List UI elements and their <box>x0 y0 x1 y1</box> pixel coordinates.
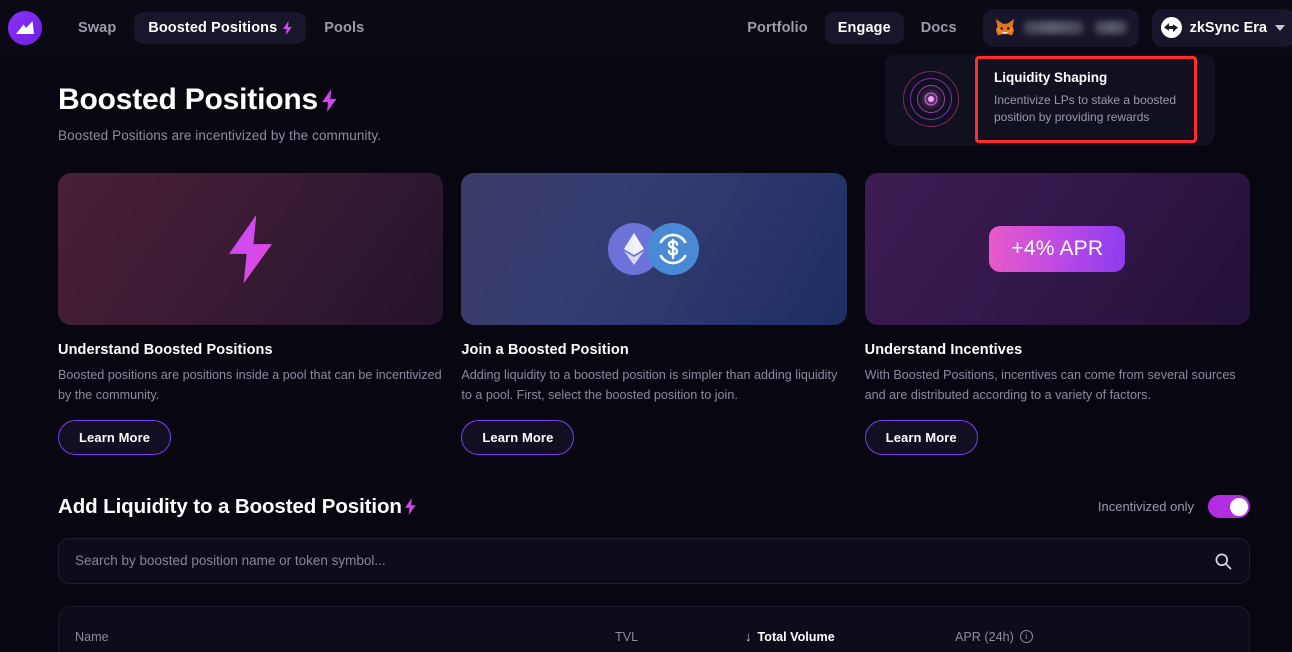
column-header-name-label: Name <box>75 630 109 644</box>
add-liquidity-header-row: Add Liquidity to a Boosted Position Ince… <box>0 495 1292 519</box>
incentivized-only-control: Incentivized only <box>1098 495 1250 518</box>
chart-mountain-logo-icon <box>16 21 35 35</box>
card-art-apr: +4% APR <box>865 173 1250 325</box>
app-logo[interactable] <box>8 11 42 45</box>
search-bar[interactable] <box>58 538 1250 584</box>
chain-name-label: zkSync Era <box>1190 20 1267 36</box>
nav-item-engage-label: Engage <box>838 20 891 36</box>
column-header-total-volume-label: Total Volume <box>758 630 835 644</box>
feature-card-join-boosted-position: Join a Boosted Position Adding liquidity… <box>461 173 846 455</box>
metamask-fox-icon <box>995 18 1015 37</box>
nav-item-docs[interactable]: Docs <box>908 12 970 44</box>
address-blur-segment-1 <box>1024 21 1084 34</box>
nav-item-pools-label: Pools <box>324 20 364 36</box>
incentivized-only-label: Incentivized only <box>1098 499 1194 514</box>
section-title: Add Liquidity to a Boosted Position <box>58 495 416 519</box>
card-description: With Boosted Positions, incentives can c… <box>865 366 1250 406</box>
nav-item-boosted-positions[interactable]: Boosted Positions <box>134 12 306 44</box>
column-header-tvl-label: TVL <box>615 630 638 644</box>
nav-right-group: Portfolio Engage Docs <box>734 9 1292 47</box>
wallet-button[interactable] <box>983 9 1139 47</box>
lightning-bolt-icon <box>322 89 337 112</box>
boosted-positions-table: Name TVL ↓ Total Volume APR (24h) i <box>58 606 1250 652</box>
column-header-apr-label: APR (24h) <box>955 630 1014 644</box>
wallet-address-redacted <box>1024 21 1127 34</box>
column-header-apr[interactable]: APR (24h) i <box>955 630 1115 644</box>
sort-descending-icon: ↓ <box>745 629 752 644</box>
lightning-bolt-icon <box>405 498 416 515</box>
zksync-logo-icon <box>1161 17 1182 38</box>
page-title-text: Boosted Positions <box>58 83 318 117</box>
nav-item-swap-label: Swap <box>78 20 116 36</box>
card-title: Understand Boosted Positions <box>58 342 443 358</box>
eth-usdc-token-pair-icon <box>608 223 699 275</box>
column-header-total-volume[interactable]: ↓ Total Volume <box>745 629 955 644</box>
top-navbar: Swap Boosted Positions Pools Portfolio E… <box>0 0 1292 55</box>
chevron-down-icon <box>1275 25 1285 31</box>
learn-more-button[interactable]: Learn More <box>461 420 574 455</box>
address-blur-segment-2 <box>1095 21 1126 34</box>
lightning-bolt-icon <box>229 213 273 285</box>
feature-card-understand-boosted-positions: Understand Boosted Positions Boosted pos… <box>58 173 443 455</box>
incentivized-only-toggle[interactable] <box>1208 495 1250 518</box>
ripple-rings-icon <box>885 70 977 128</box>
nav-item-engage[interactable]: Engage <box>825 12 904 44</box>
nav-left-group: Swap Boosted Positions Pools <box>64 12 378 44</box>
learn-more-button[interactable]: Learn More <box>865 420 978 455</box>
nav-item-boosted-positions-label: Boosted Positions <box>148 20 277 36</box>
search-input[interactable] <box>75 553 1214 568</box>
liquidity-shaping-promo-card[interactable]: Liquidity Shaping Incentivize LPs to sta… <box>885 52 1215 146</box>
card-title: Join a Boosted Position <box>461 342 846 358</box>
column-header-name[interactable]: Name <box>75 630 615 644</box>
section-title-text: Add Liquidity to a Boosted Position <box>58 495 402 519</box>
feature-card-understand-incentives: +4% APR Understand Incentives With Boost… <box>865 173 1250 455</box>
search-icon[interactable] <box>1214 552 1232 570</box>
tooltip-title: Liquidity Shaping <box>994 70 1180 85</box>
apr-badge: +4% APR <box>989 226 1125 272</box>
lightning-bolt-icon <box>283 21 292 35</box>
tooltip-description: Incentivize LPs to stake a boosted posit… <box>994 92 1180 127</box>
card-title: Understand Incentives <box>865 342 1250 358</box>
nav-item-portfolio[interactable]: Portfolio <box>734 12 821 44</box>
info-circle-icon[interactable]: i <box>1020 630 1033 643</box>
column-header-tvl[interactable]: TVL <box>615 630 745 644</box>
card-art-bolt <box>58 173 443 325</box>
liquidity-shaping-tooltip: Liquidity Shaping Incentivize LPs to sta… <box>975 56 1197 143</box>
learn-more-button[interactable]: Learn More <box>58 420 171 455</box>
card-art-token-pair <box>461 173 846 325</box>
nav-item-pools[interactable]: Pools <box>310 12 378 44</box>
nav-item-portfolio-label: Portfolio <box>747 20 808 36</box>
usdc-icon <box>647 223 699 275</box>
page-title: Boosted Positions <box>58 83 337 117</box>
toggle-knob <box>1230 498 1248 516</box>
card-description: Boosted positions are positions inside a… <box>58 366 443 406</box>
card-description: Adding liquidity to a boosted position i… <box>461 366 846 406</box>
feature-cards-row: Understand Boosted Positions Boosted pos… <box>0 173 1292 455</box>
nav-item-docs-label: Docs <box>921 20 957 36</box>
chain-selector[interactable]: zkSync Era <box>1152 9 1292 47</box>
table-header-row: Name TVL ↓ Total Volume APR (24h) i <box>59 607 1249 652</box>
nav-item-swap[interactable]: Swap <box>64 12 130 44</box>
